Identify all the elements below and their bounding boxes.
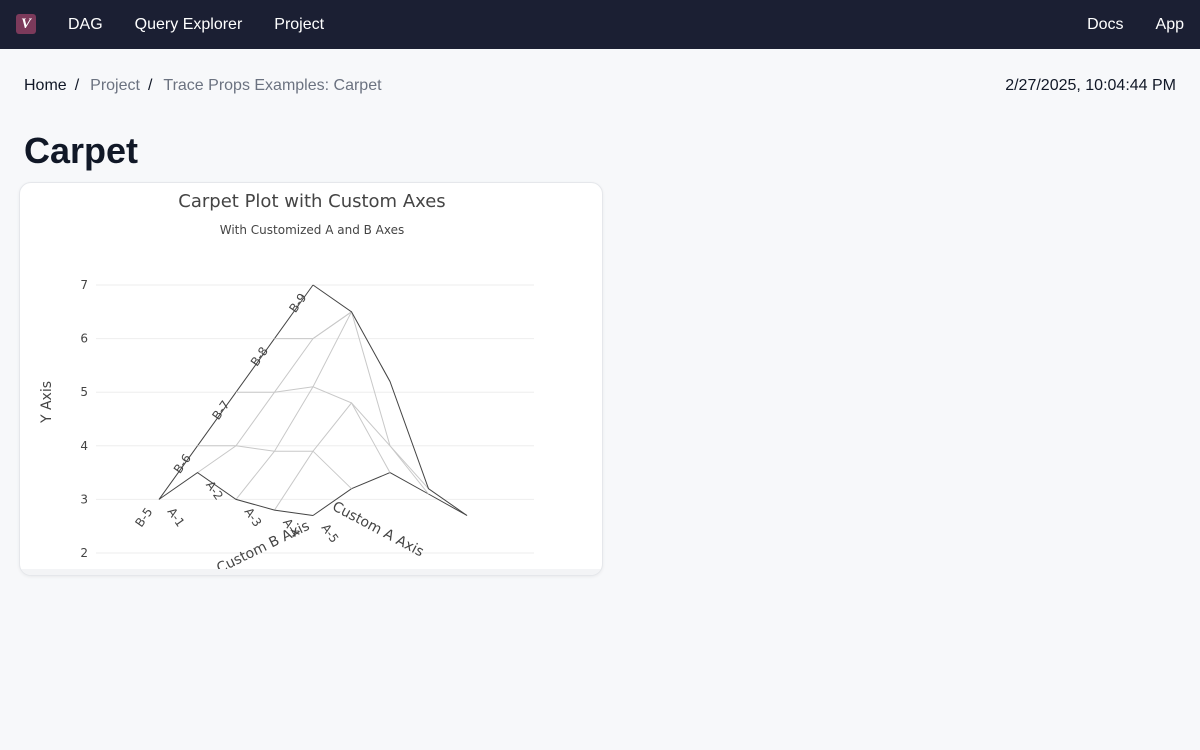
a-axis-tick-label: A-1 bbox=[165, 505, 188, 529]
timestamp: 2/27/2025, 10:04:44 PM bbox=[1005, 77, 1176, 94]
y-tick-label: 4 bbox=[80, 439, 88, 453]
nav-docs-link[interactable]: Docs bbox=[1087, 16, 1123, 34]
y-tick-label: 7 bbox=[80, 278, 88, 292]
app-logo[interactable]: V bbox=[16, 14, 36, 34]
nav-project-link[interactable]: Project bbox=[274, 16, 324, 34]
breadcrumb-home[interactable]: Home bbox=[24, 77, 67, 95]
y-axis-title: Y Axis bbox=[39, 381, 55, 424]
breadcrumb: Home / Project / Trace Props Examples: C… bbox=[24, 75, 382, 97]
nav-right: Docs App bbox=[1087, 0, 1184, 49]
nav-query-explorer-link[interactable]: Query Explorer bbox=[135, 16, 243, 34]
y-tick-label: 3 bbox=[80, 492, 88, 506]
carpet-a-line bbox=[274, 402, 429, 511]
chart-title: Carpet Plot with Custom Axes bbox=[178, 191, 445, 212]
logo-letter: V bbox=[20, 16, 31, 32]
card-footer bbox=[20, 569, 602, 575]
a-axis-tick-label: A-5 bbox=[319, 521, 342, 545]
breadcrumb-project[interactable]: Project bbox=[90, 77, 140, 95]
chart-subtitle: With Customized A and B Axes bbox=[220, 223, 405, 237]
breadcrumb-separator: / bbox=[74, 77, 80, 94]
y-tick-label: 5 bbox=[80, 385, 88, 399]
b-axis-title: Custom B Axis bbox=[214, 518, 312, 576]
nav-dag-link[interactable]: DAG bbox=[68, 16, 103, 34]
top-navbar: V DAG Query Explorer Project Docs App bbox=[0, 0, 1200, 49]
b-axis-tick-label: B-5 bbox=[132, 505, 155, 530]
breadcrumb-current: Trace Props Examples: Carpet bbox=[163, 77, 382, 94]
breadcrumb-separator: / bbox=[147, 77, 153, 94]
y-tick-label: 6 bbox=[80, 332, 88, 346]
carpet-b-line bbox=[236, 386, 391, 473]
a-axis-title: Custom A Axis bbox=[329, 499, 426, 561]
chart-card: Carpet Plot with Custom Axes With Custom… bbox=[19, 182, 603, 576]
nav-left: DAG Query Explorer Project bbox=[68, 0, 324, 49]
page-title: Carpet bbox=[24, 130, 139, 171]
y-tick-label: 2 bbox=[80, 546, 88, 560]
carpet-b-line bbox=[197, 445, 352, 490]
nav-app-link[interactable]: App bbox=[1156, 16, 1184, 34]
carpet-b-line bbox=[158, 471, 314, 516]
a-axis-tick-label: A-3 bbox=[242, 505, 265, 529]
carpet-b-line bbox=[312, 284, 468, 516]
carpet-chart[interactable]: Carpet Plot with Custom Axes With Custom… bbox=[20, 183, 603, 576]
